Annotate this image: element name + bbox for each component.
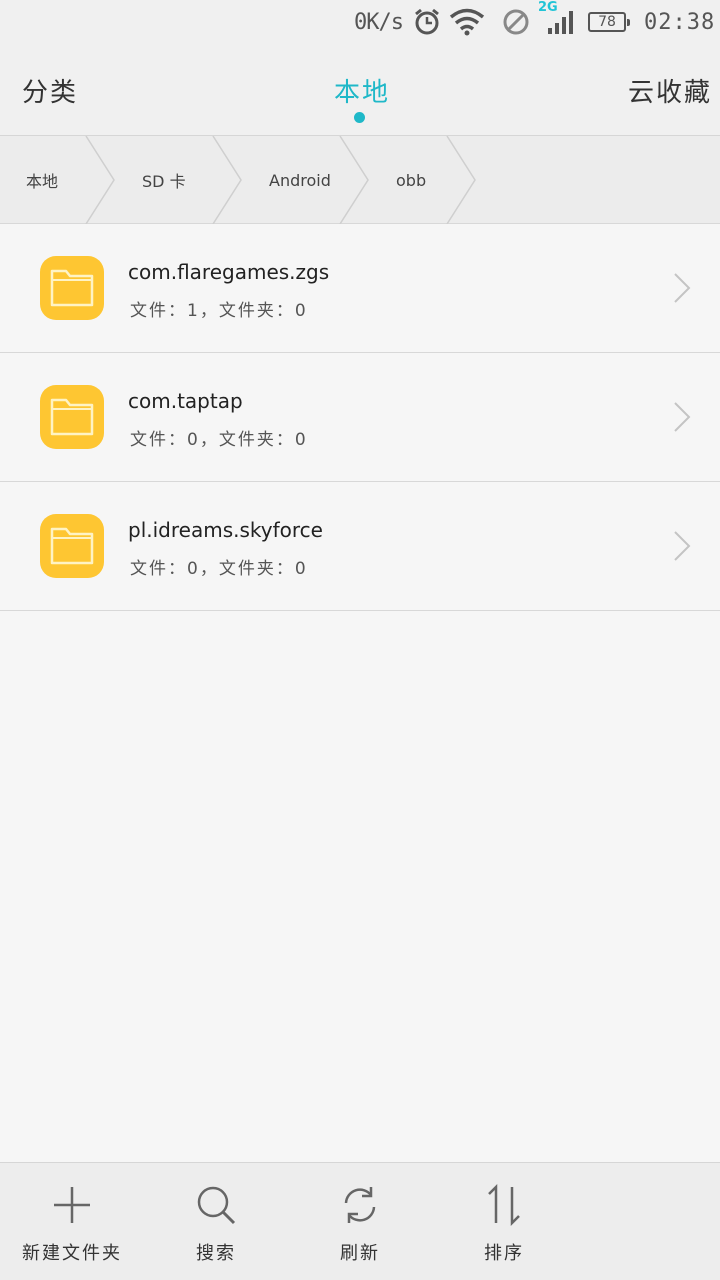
battery-icon: 78 (588, 0, 630, 44)
network-speed: 0K/s (354, 9, 404, 35)
battery-level: 78 (588, 12, 630, 32)
refresh-button[interactable]: 刷新 (288, 1163, 432, 1280)
signal-icon (540, 0, 580, 44)
tab-local[interactable]: 本地 (334, 72, 390, 109)
file-name: com.flaregames.zgs (128, 260, 330, 284)
list-item[interactable]: com.taptap 文件：0，文件夹：0 (0, 353, 720, 482)
list-item[interactable]: pl.idreams.skyforce 文件：0，文件夹：0 (0, 482, 720, 611)
chevron-right-icon (674, 273, 691, 303)
clock-time: 02:38 (644, 9, 716, 35)
file-name: com.taptap (128, 389, 243, 413)
file-name: pl.idreams.skyforce (128, 518, 323, 542)
chevron-right-icon (674, 531, 691, 561)
breadcrumb-item-obb[interactable]: obb (396, 136, 426, 224)
wifi-icon (449, 0, 485, 44)
active-tab-indicator (354, 112, 365, 123)
breadcrumb-chevron-icon (85, 136, 115, 224)
sort-label: 排序 (484, 1243, 524, 1264)
breadcrumb-item-local[interactable]: 本地 (26, 136, 58, 224)
sort-button[interactable]: 排序 (432, 1163, 576, 1280)
search-label: 搜索 (196, 1243, 236, 1264)
file-meta: 文件：0，文件夹：0 (130, 430, 308, 450)
file-meta: 文件：1，文件夹：0 (130, 301, 308, 321)
breadcrumb-chevron-icon (339, 136, 369, 224)
do-not-disturb-icon (502, 0, 530, 44)
folder-icon (40, 514, 104, 578)
refresh-label: 刷新 (340, 1243, 380, 1264)
status-bar: 0K/s 2G 78 02:38 (0, 0, 720, 44)
top-tab-bar: 分类 本地 云收藏 (0, 44, 720, 136)
search-icon (197, 1186, 236, 1225)
new-folder-label: 新建文件夹 (22, 1243, 122, 1264)
breadcrumb-item-sd-card[interactable]: SD 卡 (142, 136, 186, 224)
alarm-icon (413, 0, 441, 44)
bottom-toolbar: 新建文件夹 搜索 刷新 排序 (0, 1162, 720, 1280)
breadcrumb-item-android[interactable]: Android (269, 136, 331, 224)
breadcrumb-chevron-icon (212, 136, 242, 224)
file-meta: 文件：0，文件夹：0 (130, 559, 308, 579)
breadcrumb-chevron-icon (446, 136, 476, 224)
folder-icon (40, 385, 104, 449)
search-button[interactable]: 搜索 (144, 1163, 288, 1280)
tab-categories[interactable]: 分类 (22, 72, 78, 109)
sort-icon (488, 1183, 520, 1227)
plus-icon (54, 1187, 90, 1223)
refresh-icon (344, 1187, 376, 1223)
tab-cloud-favorites[interactable]: 云收藏 (628, 72, 712, 109)
file-manager-screen: 0K/s 2G 78 02:38 分类 本地 云收藏 本地 SD 卡 Andro… (0, 0, 720, 1280)
new-folder-button[interactable]: 新建文件夹 (0, 1163, 144, 1280)
list-item[interactable]: com.flaregames.zgs 文件：1，文件夹：0 (0, 224, 720, 353)
chevron-right-icon (674, 402, 691, 432)
breadcrumb: 本地 SD 卡 Android obb (0, 136, 720, 224)
folder-icon (40, 256, 104, 320)
file-list: com.flaregames.zgs 文件：1，文件夹：0 com.taptap… (0, 224, 720, 611)
